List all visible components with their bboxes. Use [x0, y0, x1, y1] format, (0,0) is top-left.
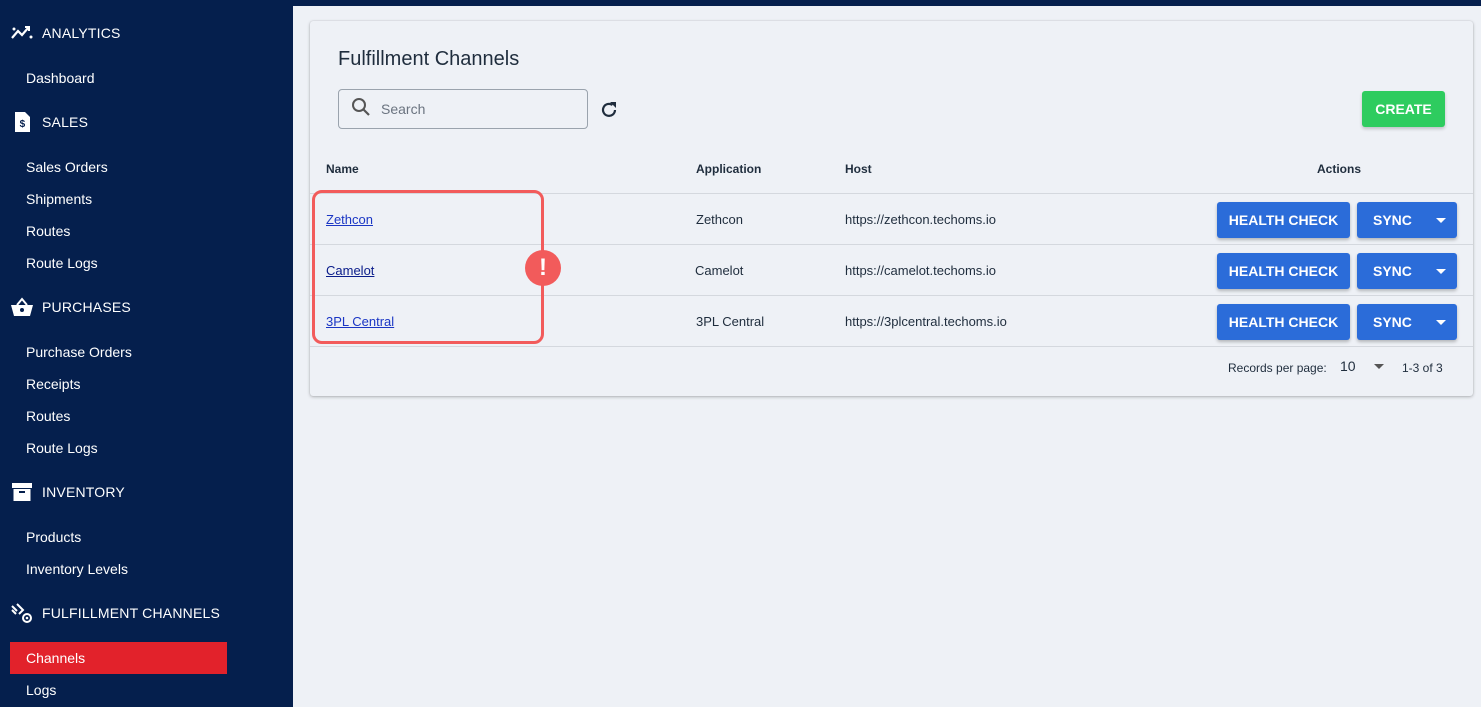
svg-text:$: $: [20, 119, 26, 130]
sync-label: SYNC: [1373, 212, 1412, 228]
channel-application: Zethcon: [696, 212, 743, 227]
search-icon: [351, 97, 371, 122]
exclamation-icon: !: [525, 250, 561, 286]
sidebar-section-analytics[interactable]: ANALYTICS: [10, 21, 121, 45]
sidebar-item-products[interactable]: Products: [26, 527, 81, 547]
channel-host: https://zethcon.techoms.io: [845, 212, 997, 227]
records-per-page-value: 10: [1340, 358, 1356, 374]
health-check-button[interactable]: HEALTH CHECK: [1217, 202, 1350, 238]
channel-application: 3PL Central: [696, 314, 765, 329]
health-check-button[interactable]: HEALTH CHECK: [1217, 304, 1350, 340]
records-per-page-label: Records per page:: [1228, 361, 1327, 375]
refresh-icon[interactable]: [598, 99, 620, 121]
column-header-name[interactable]: Name: [326, 162, 359, 176]
archive-box-icon: [10, 480, 34, 504]
health-check-button[interactable]: HEALTH CHECK: [1217, 253, 1350, 289]
sync-dropdown-button[interactable]: SYNC: [1357, 304, 1457, 340]
caret-down-icon: [1435, 319, 1446, 325]
search-box[interactable]: [338, 89, 588, 129]
sidebar-section-sales[interactable]: $ SALES: [10, 110, 88, 134]
dollar-file-icon: $: [10, 110, 34, 134]
column-header-host[interactable]: Host: [845, 162, 872, 176]
caret-down-icon: [1435, 268, 1446, 274]
sync-dropdown-button[interactable]: SYNC: [1357, 202, 1457, 238]
column-header-actions: Actions: [1317, 162, 1362, 176]
channel-host: https://camelot.techoms.io: [845, 263, 997, 278]
sync-label: SYNC: [1373, 263, 1412, 279]
sidebar-section-inventory[interactable]: INVENTORY: [10, 480, 125, 504]
sidebar-section-label: PURCHASES: [42, 299, 131, 315]
sidebar: ANALYTICS Dashboard $ SALES Sales Orders…: [0, 0, 293, 707]
table-divider: [310, 346, 1473, 347]
pagination-range: 1-3 of 3: [1402, 361, 1443, 375]
sidebar-section-label: SALES: [42, 114, 89, 130]
sidebar-section-label: ANALYTICS: [42, 25, 121, 41]
caret-down-icon: [1373, 363, 1384, 369]
sidebar-item-inventory-levels[interactable]: Inventory Levels: [26, 559, 128, 579]
annotation-highlight-box: [312, 190, 544, 344]
sidebar-item-sales-route-logs[interactable]: Route Logs: [26, 253, 98, 273]
sidebar-section-label: FULFILLMENT CHANNELS: [42, 605, 221, 621]
sidebar-item-sales-routes[interactable]: Routes: [26, 221, 70, 241]
sidebar-item-shipments[interactable]: Shipments: [26, 189, 92, 209]
basket-icon: [10, 295, 34, 319]
column-header-application[interactable]: Application: [696, 162, 761, 176]
sidebar-item-dashboard[interactable]: Dashboard: [26, 68, 95, 88]
channel-host: https://3plcentral.techoms.io: [845, 314, 1007, 329]
sidebar-item-channels[interactable]: Channels: [26, 648, 85, 668]
sidebar-section-purchases[interactable]: PURCHASES: [10, 295, 131, 319]
sync-label: SYNC: [1373, 314, 1412, 330]
fulfillment-icon: [10, 601, 34, 625]
sidebar-section-label: INVENTORY: [42, 484, 125, 500]
search-input[interactable]: [381, 101, 581, 117]
create-button[interactable]: CREATE: [1362, 91, 1445, 127]
page-title: Fulfillment Channels: [338, 48, 520, 70]
caret-down-icon: [1435, 217, 1446, 223]
channel-application: Camelot: [695, 263, 744, 278]
sync-dropdown-button[interactable]: SYNC: [1357, 253, 1457, 289]
sidebar-item-purchase-route-logs[interactable]: Route Logs: [26, 438, 98, 458]
sidebar-section-fulfillment-channels[interactable]: FULFILLMENT CHANNELS: [10, 601, 220, 625]
analytics-icon: [10, 21, 34, 45]
sidebar-item-sales-orders[interactable]: Sales Orders: [26, 157, 108, 177]
sidebar-item-purchase-routes[interactable]: Routes: [26, 406, 70, 426]
sidebar-item-receipts[interactable]: Receipts: [26, 374, 80, 394]
sidebar-item-logs[interactable]: Logs: [26, 680, 56, 700]
records-per-page-select[interactable]: 10: [1340, 358, 1384, 374]
sidebar-item-purchase-orders[interactable]: Purchase Orders: [26, 342, 132, 362]
